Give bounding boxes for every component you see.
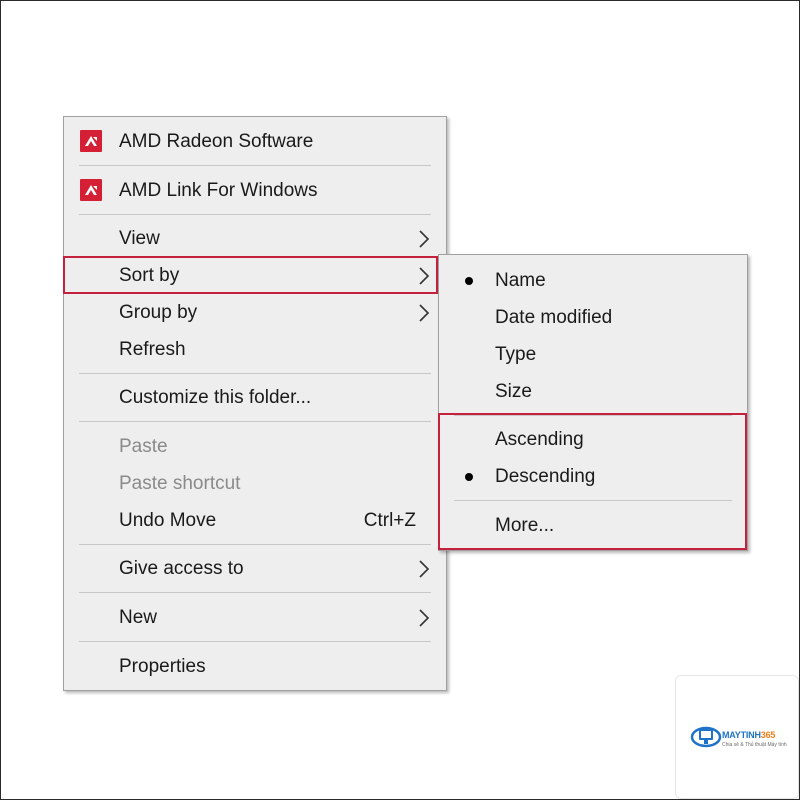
submenu-item-label: Size	[495, 381, 532, 402]
menu-item-label: Sort by	[119, 265, 180, 286]
submenu-item-more[interactable]: More...	[439, 508, 747, 544]
submenu-item-label: Type	[495, 344, 537, 365]
submenu-item-name[interactable]: Name	[439, 263, 747, 299]
menu-item-paste: Paste	[64, 429, 446, 465]
bullet-icon	[465, 473, 473, 481]
chevron-right-icon	[419, 304, 430, 322]
menu-separator	[79, 544, 431, 545]
menu-item-sort-by[interactable]: Sort by	[64, 258, 446, 294]
submenu-item-label: Date modified	[495, 307, 613, 328]
menu-item-new[interactable]: New	[64, 600, 446, 636]
menu-item-properties[interactable]: Properties	[64, 649, 446, 685]
amd-logo-icon	[80, 179, 102, 201]
submenu-item-date-modified[interactable]: Date modified	[439, 300, 747, 336]
menu-item-give-access-to[interactable]: Give access to	[64, 551, 446, 587]
context-menu: AMD Radeon Software AMD Link For Windows…	[63, 116, 447, 691]
menu-item-label: Paste	[119, 436, 168, 457]
watermark-brand: MAYTINH365	[722, 730, 776, 740]
menu-item-label: Group by	[119, 302, 198, 323]
chevron-right-icon	[419, 230, 430, 248]
keyboard-shortcut: Ctrl+Z	[363, 510, 416, 531]
submenu-item-type[interactable]: Type	[439, 337, 747, 373]
menu-separator	[79, 421, 431, 422]
submenu-item-label: Descending	[495, 466, 596, 487]
menu-item-group-by[interactable]: Group by	[64, 295, 446, 331]
menu-item-paste-shortcut: Paste shortcut	[64, 466, 446, 502]
watermark-tagline: Chia sẻ & Thủ thuật Máy tính	[722, 742, 787, 748]
menu-separator	[79, 592, 431, 593]
menu-item-refresh[interactable]: Refresh	[64, 332, 446, 368]
menu-item-amd-link-for-windows[interactable]: AMD Link For Windows	[64, 173, 446, 209]
menu-item-label: Paste shortcut	[119, 473, 241, 494]
menu-item-label: Undo Move	[119, 510, 217, 531]
menu-item-amd-radeon-software[interactable]: AMD Radeon Software	[64, 124, 446, 160]
watermark-logo: MAYTINH365 Chia sẻ & Thủ thuật Máy tính	[675, 675, 799, 799]
menu-item-view[interactable]: View	[64, 221, 446, 257]
submenu-item-ascending[interactable]: Ascending	[439, 422, 747, 458]
monitor-logo-icon	[690, 726, 722, 748]
menu-separator	[79, 641, 431, 642]
sort-by-submenu: Name Date modified Type Size Ascending D…	[438, 254, 748, 551]
submenu-item-label: Ascending	[495, 429, 584, 450]
menu-item-label: AMD Radeon Software	[119, 131, 314, 152]
menu-separator	[454, 500, 732, 501]
chevron-right-icon	[419, 609, 430, 627]
amd-logo-icon	[80, 130, 102, 152]
submenu-item-descending[interactable]: Descending	[439, 459, 747, 495]
menu-separator	[79, 373, 431, 374]
menu-item-label: Customize this folder...	[119, 387, 312, 408]
submenu-item-size[interactable]: Size	[439, 374, 747, 410]
menu-item-label: New	[119, 607, 158, 628]
menu-item-label: Give access to	[119, 558, 244, 579]
menu-separator	[454, 415, 732, 416]
menu-item-undo-move[interactable]: Undo Move Ctrl+Z	[64, 503, 446, 539]
menu-separator	[79, 165, 431, 166]
bullet-icon	[465, 277, 473, 285]
menu-item-customize-folder[interactable]: Customize this folder...	[64, 380, 446, 416]
chevron-right-icon	[419, 560, 430, 578]
menu-separator	[79, 214, 431, 215]
menu-item-label: Properties	[119, 656, 206, 677]
menu-item-label: AMD Link For Windows	[119, 180, 318, 201]
menu-item-label: Refresh	[119, 339, 186, 360]
menu-item-label: View	[119, 228, 160, 249]
chevron-right-icon	[419, 267, 430, 285]
submenu-item-label: More...	[495, 515, 555, 536]
submenu-item-label: Name	[495, 270, 546, 291]
